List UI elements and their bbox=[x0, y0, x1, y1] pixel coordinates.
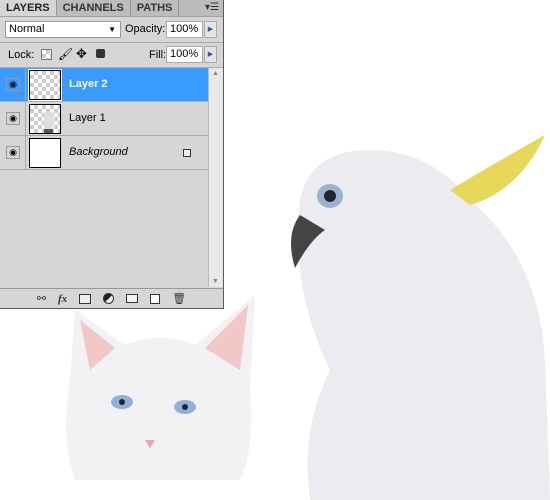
layer-row-layer-1[interactable]: ◉ Layer 1 bbox=[0, 102, 208, 136]
opacity-slider-button[interactable]: ▶ bbox=[204, 21, 217, 38]
trash-icon[interactable]: 🗑 bbox=[172, 292, 186, 305]
cat-image bbox=[66, 295, 255, 480]
fill-input[interactable]: 100% bbox=[166, 46, 203, 63]
cockatoo-image bbox=[291, 135, 550, 500]
layer-row-background[interactable]: ◉ Background bbox=[0, 136, 208, 170]
panel-menu-icon[interactable]: ▾☰ bbox=[205, 2, 219, 13]
blend-mode-select[interactable]: Normal ▼ bbox=[5, 21, 121, 38]
link-icon[interactable]: ⚯ bbox=[37, 292, 46, 305]
blend-mode-value: Normal bbox=[9, 23, 45, 35]
lock-paint-icon[interactable]: 🖌 bbox=[58, 47, 73, 61]
opacity-input[interactable]: 100% bbox=[166, 21, 203, 38]
divider bbox=[0, 42, 223, 43]
fill-label: Fill: bbox=[149, 49, 167, 61]
eye-icon[interactable]: ◉ bbox=[6, 112, 20, 125]
opacity-label: Opacity: bbox=[125, 23, 166, 35]
layer-thumbnail bbox=[29, 138, 61, 168]
fill-slider-button[interactable]: ▶ bbox=[204, 46, 217, 63]
layer-name: Background bbox=[69, 146, 128, 158]
new-layer-icon[interactable] bbox=[150, 293, 161, 304]
folder-icon[interactable] bbox=[126, 294, 139, 303]
mask-icon[interactable] bbox=[79, 293, 92, 304]
layer-name: Layer 2 bbox=[69, 78, 108, 90]
layer-thumbnail bbox=[29, 104, 61, 134]
lock-transparent-icon[interactable] bbox=[41, 49, 52, 60]
adjustment-icon[interactable] bbox=[103, 293, 115, 304]
lock-all-icon[interactable] bbox=[96, 49, 105, 58]
eye-icon[interactable]: ◉ bbox=[6, 78, 20, 91]
scroll-up-icon[interactable]: ▲ bbox=[212, 70, 219, 77]
tab-paths[interactable]: PATHS bbox=[131, 0, 180, 16]
panel-bottom-bar: ⚯ fx 🗑 bbox=[0, 288, 223, 308]
layer-thumbnail bbox=[28, 69, 62, 101]
layer-row-layer-2[interactable]: ◉ Layer 2 bbox=[0, 68, 208, 102]
chevron-down-icon: ▼ bbox=[108, 25, 116, 34]
eye-icon[interactable]: ◉ bbox=[6, 146, 20, 159]
layer-name: Layer 1 bbox=[69, 112, 106, 124]
tab-channels[interactable]: CHANNELS bbox=[57, 0, 131, 16]
lock-label: Lock: bbox=[8, 49, 35, 61]
lock-move-icon[interactable]: ✥ bbox=[76, 46, 87, 62]
layers-scrollbar[interactable]: ▲ ▼ bbox=[208, 68, 223, 287]
scroll-down-icon[interactable]: ▼ bbox=[212, 278, 219, 285]
lock-icon bbox=[183, 149, 191, 157]
panel-tabs: LAYERS CHANNELS PATHS ▾☰ bbox=[0, 0, 223, 17]
tab-layers[interactable]: LAYERS bbox=[0, 0, 57, 16]
fx-icon[interactable]: fx bbox=[58, 293, 67, 305]
layers-panel: LAYERS CHANNELS PATHS ▾☰ Normal ▼ Opacity… bbox=[0, 0, 224, 309]
